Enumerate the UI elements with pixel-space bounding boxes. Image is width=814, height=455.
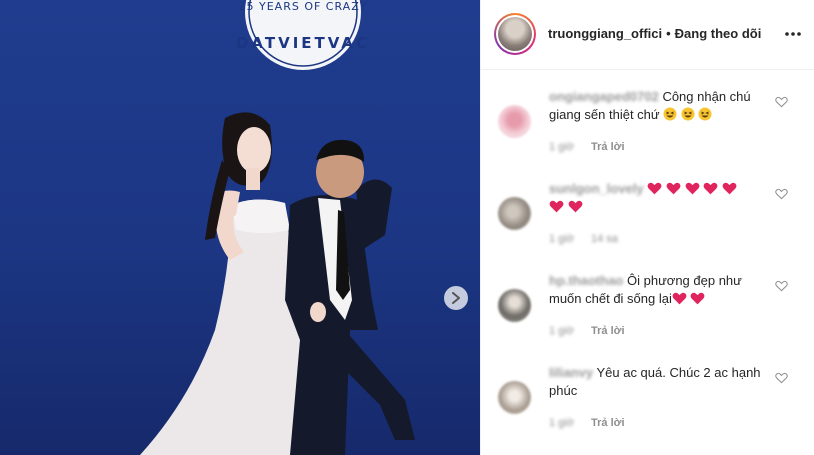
commenter-username[interactable]: lilianvy <box>549 365 593 380</box>
red-heart-icon <box>666 182 681 195</box>
commenter-avatar[interactable] <box>498 289 531 322</box>
follow-status-button[interactable]: Đang theo dõi <box>675 26 762 41</box>
post-header: truonggiang_offici • Đang theo dõi <box>481 0 814 70</box>
grinning-squint-face-icon <box>698 107 712 126</box>
comment-body: ongiangaped0702 Công nhận chú giang sến … <box>549 88 769 126</box>
logo-text: DATVIETVAC <box>235 34 370 52</box>
commenter-avatar[interactable] <box>498 381 531 414</box>
instagram-post-view: 25 YEARS OF CRAZY DATVIETVAC truonggiang… <box>0 0 814 455</box>
reply-button[interactable]: Trả lời <box>591 417 625 429</box>
logo-subtext: 25 YEARS OF CRAZY <box>238 0 368 13</box>
next-photo-button[interactable] <box>444 286 468 310</box>
comment-likes[interactable]: 14 sa <box>591 233 618 245</box>
more-horizontal-icon[interactable] <box>783 26 803 42</box>
commenter-username[interactable]: ongiangaped0702 <box>549 89 659 104</box>
heart-outline-icon[interactable] <box>775 372 788 384</box>
commenter-username[interactable]: hp.thaothao <box>549 273 623 288</box>
chevron-right-icon <box>452 292 460 304</box>
reply-button[interactable]: Trả lời <box>591 325 625 337</box>
reply-button[interactable]: Trả lời <box>591 141 625 153</box>
comment-meta: 1 giờ 14 sa <box>549 233 618 245</box>
comment-body: hp.thaothao Ôi phương đẹp như muốn chết … <box>549 272 769 308</box>
red-heart-icon <box>691 292 705 305</box>
comment-meta: 1 giờ Trả lời <box>549 325 625 337</box>
comment-body: lilianvy Yêu ac quá. Chúc 2 ac hạnh phúc <box>549 364 769 400</box>
red-heart-icon <box>568 200 583 213</box>
profile-avatar[interactable] <box>494 13 536 55</box>
header-username-line: truonggiang_offici • Đang theo dõi <box>548 26 761 41</box>
red-heart-icon <box>685 182 699 195</box>
comments-panel: truonggiang_offici • Đang theo dõi ongiang… <box>480 0 814 455</box>
comment-time: 1 giờ <box>549 141 574 153</box>
comment-time: 1 giờ <box>549 325 574 337</box>
commenter-username[interactable]: sunlgon_lovely <box>549 181 644 196</box>
photo-scene <box>140 0 415 455</box>
header-separator: • <box>666 26 671 41</box>
red-heart-icon <box>647 182 662 195</box>
heart-outline-icon[interactable] <box>775 188 788 200</box>
heart-outline-icon[interactable] <box>775 280 788 292</box>
comment-time: 1 giờ <box>549 417 574 429</box>
commenter-avatar[interactable] <box>498 105 531 138</box>
red-heart-icon <box>703 182 718 195</box>
commenter-avatar[interactable] <box>498 197 531 230</box>
heart-outline-icon[interactable] <box>775 96 788 108</box>
post-photo[interactable]: 25 YEARS OF CRAZY DATVIETVAC <box>0 0 480 455</box>
grinning-squint-face-icon <box>663 107 677 126</box>
red-heart-icon <box>722 182 737 195</box>
header-username[interactable]: truonggiang_offici <box>548 26 662 41</box>
comment-time: 1 giờ <box>549 233 574 245</box>
red-heart-icon <box>549 200 564 213</box>
comment-meta: 1 giờ Trả lời <box>549 141 625 153</box>
grinning-squint-face-icon <box>681 107 695 126</box>
comment-meta: 1 giờ Trả lời <box>549 417 625 429</box>
comment-body: sunlgon_lovely <box>549 180 769 216</box>
red-heart-icon <box>672 292 687 305</box>
